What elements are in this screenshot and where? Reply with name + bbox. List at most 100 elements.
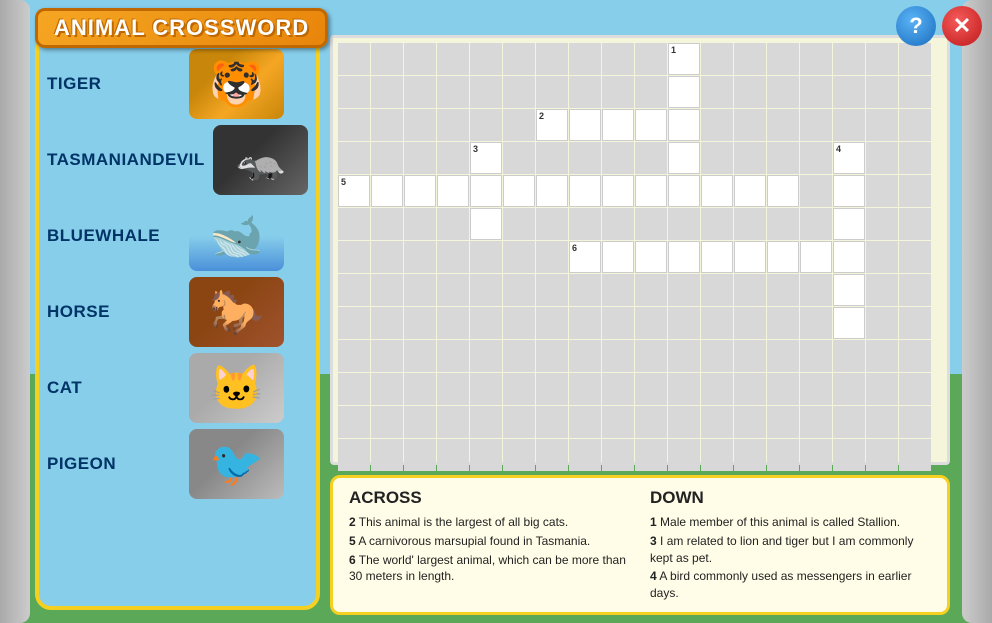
cell-r6-c10[interactable] (668, 241, 700, 273)
animal-item-pigeon[interactable]: PIGEON (47, 429, 308, 499)
cell-r5-c15[interactable] (833, 208, 865, 240)
cell-r2-c10[interactable] (668, 109, 700, 141)
cell-empty-r2-c16 (866, 109, 898, 141)
cell-r6-c7[interactable]: 6 (569, 241, 601, 273)
cell-empty-r9-c0 (338, 340, 370, 372)
cell-empty-r11-c6 (536, 406, 568, 438)
cell-empty-r4-c16 (866, 175, 898, 207)
cell-empty-r3-c6 (536, 142, 568, 174)
cell-empty-r12-c1 (371, 439, 403, 471)
cell-empty-r8-c8 (602, 307, 634, 339)
cell-empty-r1-c14 (800, 76, 832, 108)
cell-r3-c4[interactable]: 3 (470, 142, 502, 174)
cell-empty-r9-c13 (767, 340, 799, 372)
cell-empty-r9-c10 (668, 340, 700, 372)
cell-empty-r8-c5 (503, 307, 535, 339)
cell-r6-c9[interactable] (635, 241, 667, 273)
cell-r4-c3[interactable] (437, 175, 469, 207)
cell-r4-c1[interactable] (371, 175, 403, 207)
cell-empty-r11-c12 (734, 406, 766, 438)
cell-r4-c8[interactable] (602, 175, 634, 207)
cell-r6-c13[interactable] (767, 241, 799, 273)
cell-empty-r8-c4 (470, 307, 502, 339)
cell-empty-r0-c11 (701, 43, 733, 75)
cell-empty-r12-c15 (833, 439, 865, 471)
animal-item-cat[interactable]: CAT (47, 353, 308, 423)
animal-item-horse[interactable]: HORSE (47, 277, 308, 347)
cell-r2-c6[interactable]: 2 (536, 109, 568, 141)
cell-r4-c9[interactable] (635, 175, 667, 207)
cell-r0-c10[interactable]: 1 (668, 43, 700, 75)
cell-empty-r11-c11 (701, 406, 733, 438)
cell-r4-c11[interactable] (701, 175, 733, 207)
cell-empty-r1-c5 (503, 76, 535, 108)
cell-empty-r1-c3 (437, 76, 469, 108)
cell-empty-r0-c2 (404, 43, 436, 75)
across-clue-2: 2 This animal is the largest of all big … (349, 514, 630, 531)
cell-r6-c11[interactable] (701, 241, 733, 273)
animal-image-cat (189, 353, 284, 423)
cell-r2-c7[interactable] (569, 109, 601, 141)
cell-empty-r7-c10 (668, 274, 700, 306)
cell-r4-c15[interactable] (833, 175, 865, 207)
cell-r2-c9[interactable] (635, 109, 667, 141)
cell-empty-r0-c3 (437, 43, 469, 75)
cell-empty-r7-c16 (866, 274, 898, 306)
cell-r6-c8[interactable] (602, 241, 634, 273)
cell-empty-r12-c3 (437, 439, 469, 471)
cell-empty-r6-c3 (437, 241, 469, 273)
cell-empty-r1-c4 (470, 76, 502, 108)
animal-item-tasdevil[interactable]: TASMANIANDEVIL (47, 125, 308, 195)
cell-r6-c14[interactable] (800, 241, 832, 273)
cell-empty-r12-c11 (701, 439, 733, 471)
cell-r4-c7[interactable] (569, 175, 601, 207)
cell-r4-c6[interactable] (536, 175, 568, 207)
cell-r4-c12[interactable] (734, 175, 766, 207)
animal-item-bluewhale[interactable]: BLUEWHALE (47, 201, 308, 271)
cell-empty-r10-c14 (800, 373, 832, 405)
cell-empty-r3-c5 (503, 142, 535, 174)
help-button[interactable]: ? (896, 6, 936, 46)
cell-empty-r1-c7 (569, 76, 601, 108)
control-buttons: ? ✕ (896, 6, 982, 46)
cell-r6-c15[interactable] (833, 241, 865, 273)
cell-empty-r2-c17 (899, 109, 931, 141)
cell-empty-r0-c15 (833, 43, 865, 75)
animal-image-bluewhale (189, 201, 284, 271)
animal-item-tiger[interactable]: TIGER (47, 49, 308, 119)
close-button[interactable]: ✕ (942, 6, 982, 46)
cell-r3-c10[interactable] (668, 142, 700, 174)
cell-r1-c10[interactable] (668, 76, 700, 108)
cell-r4-c10[interactable] (668, 175, 700, 207)
cell-empty-r6-c2 (404, 241, 436, 273)
cell-r4-c4[interactable] (470, 175, 502, 207)
cell-empty-r3-c0 (338, 142, 370, 174)
cell-empty-r3-c9 (635, 142, 667, 174)
cell-empty-r2-c5 (503, 109, 535, 141)
cell-empty-r7-c17 (899, 274, 931, 306)
cell-empty-r8-c1 (371, 307, 403, 339)
cell-r2-c8[interactable] (602, 109, 634, 141)
cell-r3-c15[interactable]: 4 (833, 142, 865, 174)
cell-r8-c15[interactable] (833, 307, 865, 339)
cell-empty-r2-c12 (734, 109, 766, 141)
cell-empty-r2-c0 (338, 109, 370, 141)
cell-empty-r0-c7 (569, 43, 601, 75)
cell-empty-r5-c11 (701, 208, 733, 240)
cell-empty-r11-c3 (437, 406, 469, 438)
down-clue-3: 3 I am related to lion and tiger but I a… (650, 533, 931, 567)
cell-r4-c13[interactable] (767, 175, 799, 207)
cell-number-2: 2 (539, 111, 544, 121)
cell-r4-c0[interactable]: 5 (338, 175, 370, 207)
cell-r4-c5[interactable] (503, 175, 535, 207)
cell-r7-c15[interactable] (833, 274, 865, 306)
cell-empty-r9-c17 (899, 340, 931, 372)
cell-empty-r7-c3 (437, 274, 469, 306)
cell-r5-c4[interactable] (470, 208, 502, 240)
cell-empty-r3-c12 (734, 142, 766, 174)
cell-empty-r1-c9 (635, 76, 667, 108)
cell-r6-c12[interactable] (734, 241, 766, 273)
cell-empty-r12-c17 (899, 439, 931, 471)
cell-empty-r8-c11 (701, 307, 733, 339)
cell-r4-c2[interactable] (404, 175, 436, 207)
